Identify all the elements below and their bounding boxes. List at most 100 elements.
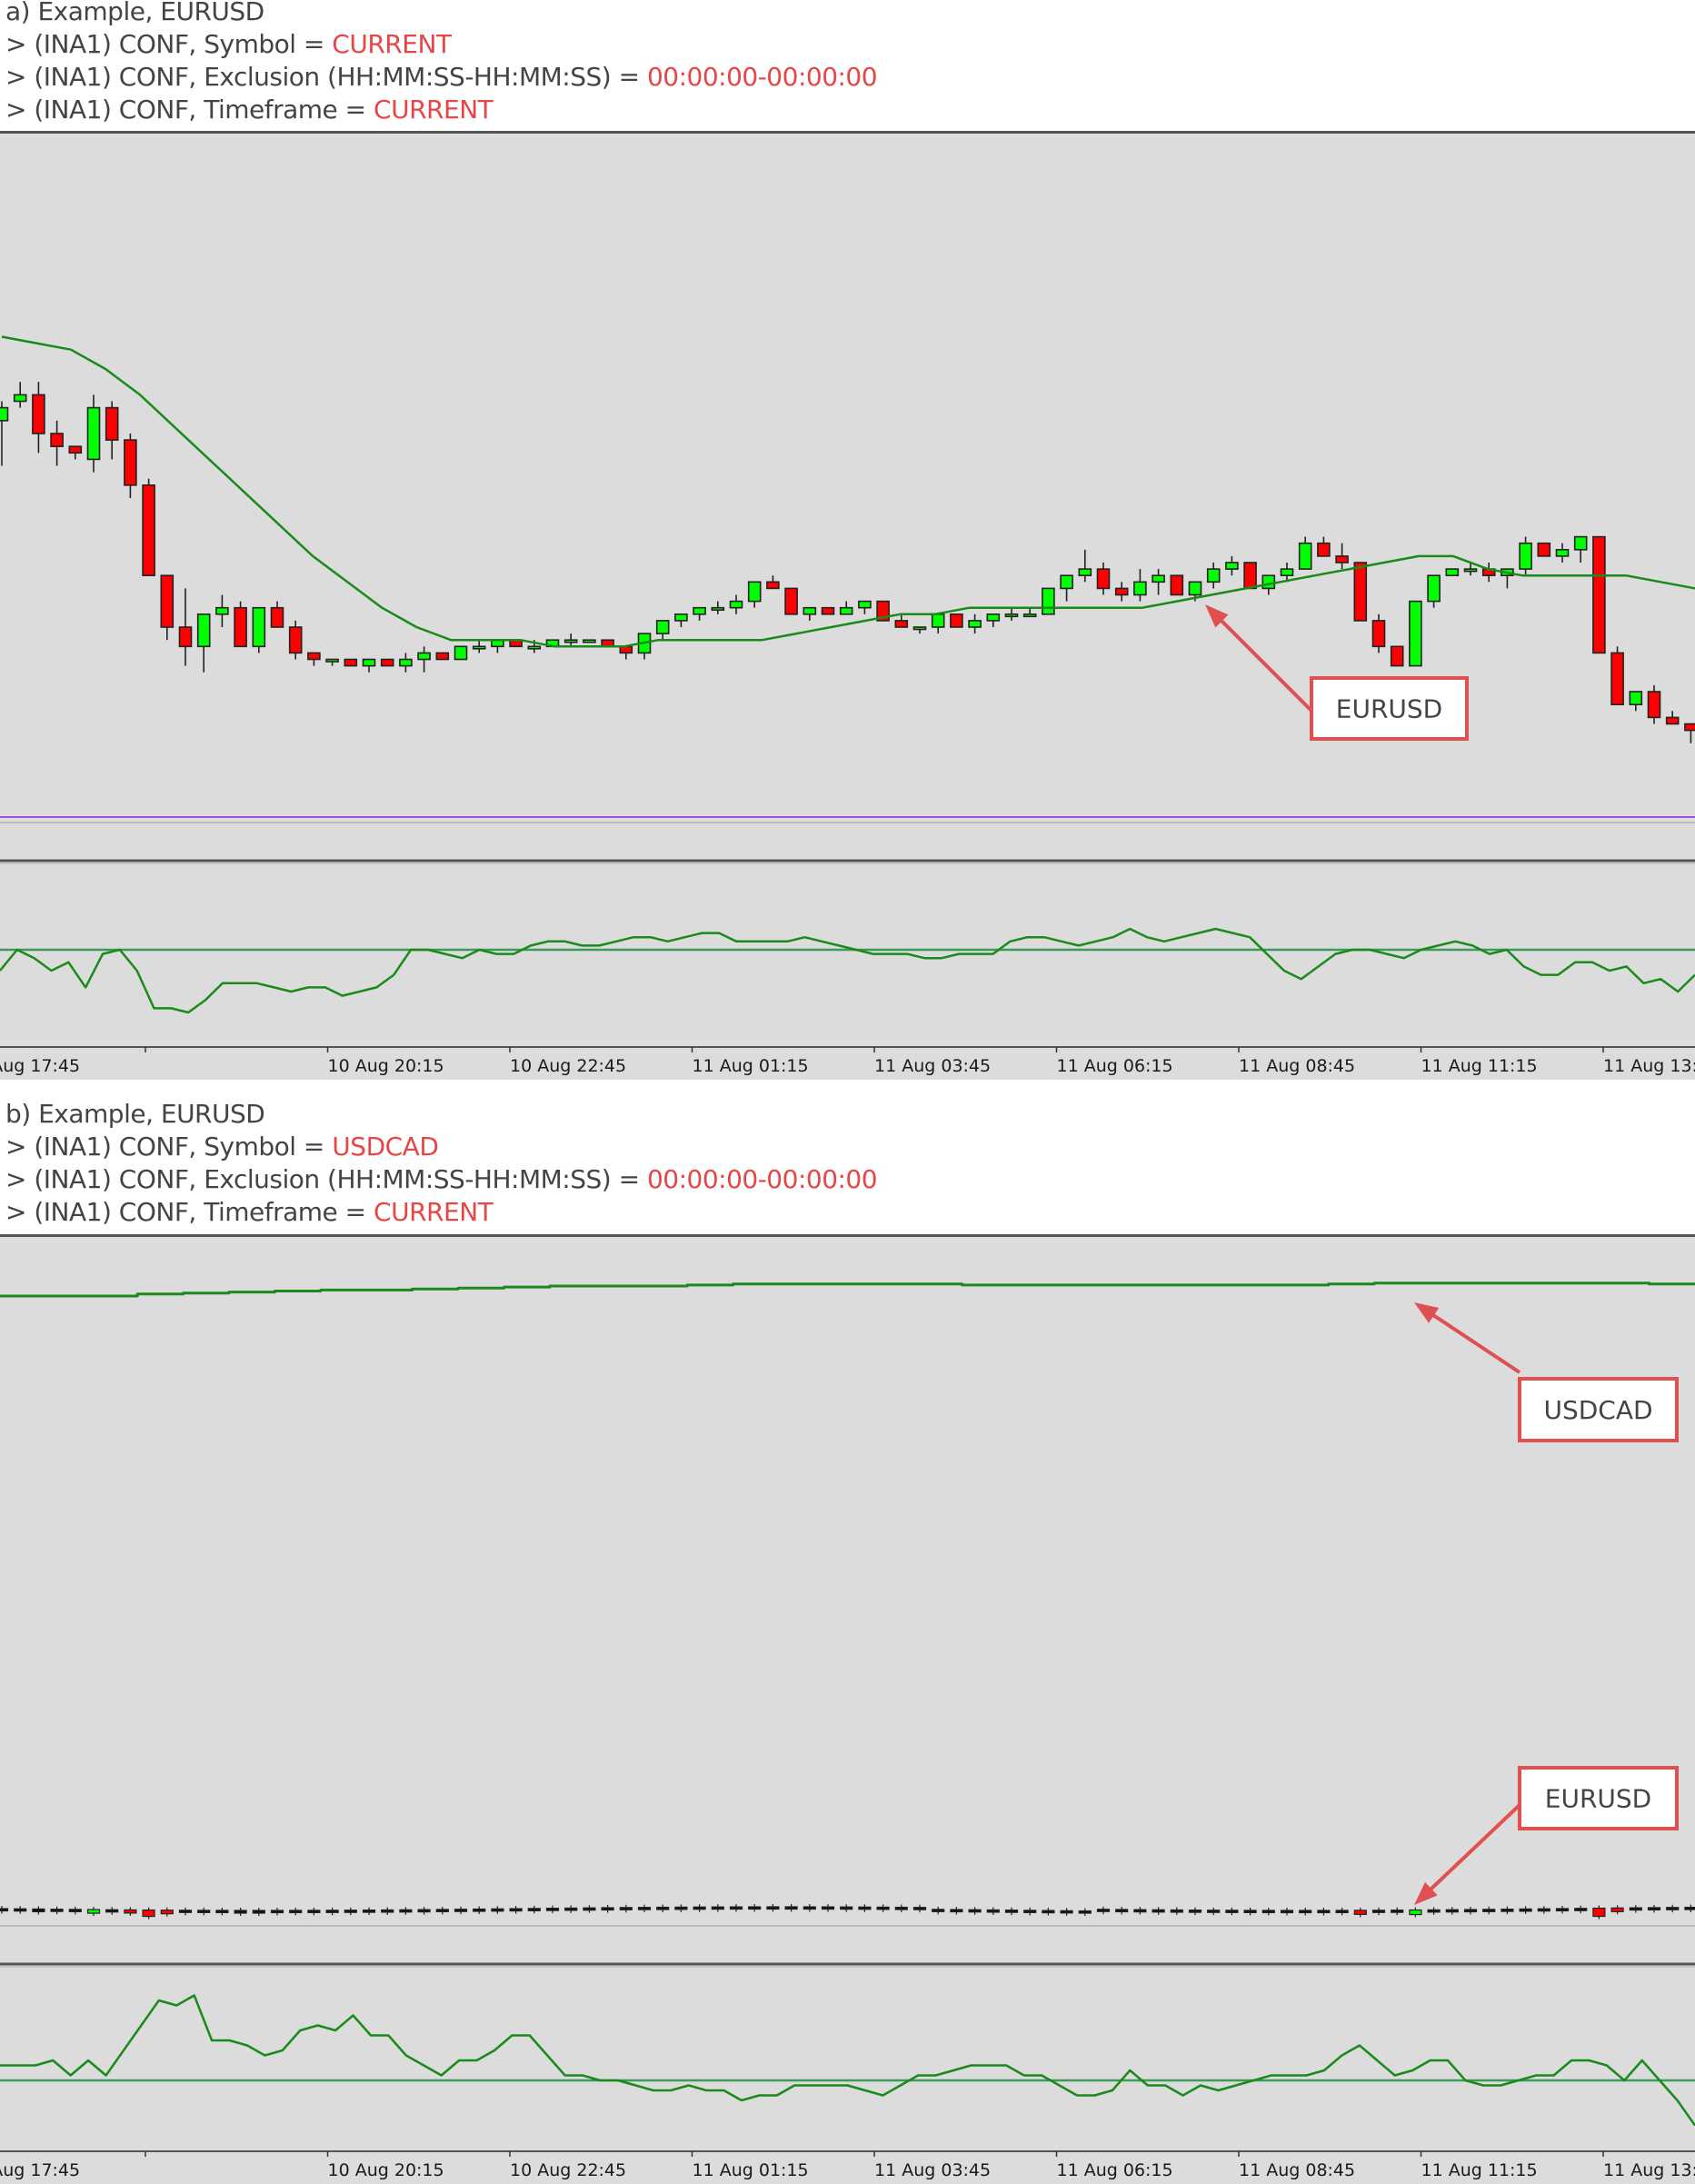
- candle-bearish: [1684, 723, 1695, 732]
- oscillator-line: [0, 927, 1695, 1014]
- candle-bullish: [711, 1906, 724, 1910]
- candle-bullish: [1078, 1910, 1092, 1914]
- candle-bearish: [105, 406, 119, 441]
- candle-bullish: [711, 606, 725, 612]
- candle-bearish: [50, 1909, 64, 1912]
- candle-bullish: [1280, 568, 1294, 577]
- conf-label: > (INA1) CONF, Symbol =: [5, 1132, 333, 1162]
- candle-bullish: [674, 613, 688, 622]
- candle-bullish: [1445, 1909, 1459, 1913]
- candle-bullish: [527, 1908, 541, 1911]
- candle-bullish: [454, 1909, 468, 1912]
- candle-bearish: [601, 1907, 614, 1911]
- candle-bullish: [1445, 568, 1460, 577]
- candle-bullish: [362, 658, 376, 667]
- time-axis-tick-label: 10 Aug 22:45: [510, 2160, 626, 2180]
- candle-bearish: [289, 1910, 303, 1914]
- candle-bearish: [105, 1909, 119, 1913]
- candle-bearish: [950, 613, 963, 628]
- candle-bullish: [674, 1906, 688, 1910]
- candle-bullish: [1060, 1910, 1073, 1914]
- candle-bullish: [545, 1908, 560, 1911]
- candle-bearish: [68, 445, 83, 454]
- time-axis-tick-label: 11 Aug 11:15: [1421, 2160, 1538, 2180]
- candle-bullish: [1042, 1910, 1055, 1914]
- panel-a-conf-symbol: > (INA1) CONF, Symbol = CURRENT: [5, 28, 452, 61]
- candle-bullish: [858, 1906, 872, 1910]
- candle-bearish: [1371, 1910, 1386, 1913]
- candle-bearish: [1096, 568, 1111, 590]
- chart-a-svg[interactable]: 10 Aug 17:45 10 Aug 20:15 10 Aug 22:45 11 A…: [0, 131, 1695, 1080]
- candle-bearish: [124, 439, 137, 486]
- candle-bullish: [747, 581, 762, 603]
- candle-bullish: [1409, 600, 1422, 667]
- candle-bearish: [766, 581, 780, 590]
- candle-bullish: [252, 1910, 265, 1914]
- candle-bullish: [417, 652, 431, 661]
- time-axis-tick-label: 11 Aug 06:15: [1057, 2160, 1173, 2180]
- candle-bullish: [0, 406, 9, 422]
- candle-bullish: [803, 606, 817, 615]
- arrow-head-icon: [1414, 1302, 1440, 1323]
- candle-bullish: [13, 394, 27, 403]
- candle-bearish: [381, 1909, 394, 1913]
- candle-bearish: [50, 433, 64, 447]
- candle-bearish: [270, 606, 284, 628]
- time-axis-tick-label: 10 Aug 20:15: [328, 1056, 444, 1076]
- panel-b-title: b) Example, EURUSD: [5, 1098, 265, 1131]
- candle-bullish: [362, 1909, 376, 1913]
- candle-bullish: [1152, 1909, 1165, 1913]
- chart-panel-a[interactable]: 10 Aug 17:45 10 Aug 20:15 10 Aug 22:45 11 A…: [0, 131, 1695, 1080]
- candle-bullish: [564, 1907, 578, 1911]
- candle-bearish: [1610, 1907, 1624, 1912]
- candle-bullish: [1463, 1909, 1478, 1913]
- candle-bullish: [656, 1906, 670, 1910]
- panel-a-title: a) Example, EURUSD: [5, 0, 264, 28]
- panel-a-title-text: a) Example, EURUSD: [5, 0, 264, 26]
- conf-label: > (INA1) CONF, Exclusion (HH:MM:SS-HH:MM…: [5, 62, 647, 92]
- candle-bullish: [14, 1908, 27, 1912]
- candle-bullish: [655, 620, 670, 634]
- conf-value: 00:00:00-00:00:00: [646, 62, 878, 92]
- candle-bearish: [1666, 1907, 1680, 1910]
- candle-bearish: [435, 1909, 449, 1913]
- candle-bullish: [1004, 1910, 1019, 1913]
- candle-bearish: [1243, 562, 1257, 590]
- candle-bullish: [1280, 1910, 1294, 1914]
- candle-bullish: [417, 1909, 431, 1913]
- candle-bearish: [1170, 1909, 1183, 1913]
- candle-bullish: [583, 1907, 596, 1911]
- candle-bullish: [1427, 574, 1441, 603]
- chart-panel-b[interactable]: 10 Aug 17:45 10 Aug 20:15 10 Aug 22:45 11 A…: [0, 1234, 1695, 2184]
- candle-bearish: [784, 1906, 798, 1910]
- candle-bearish: [1665, 716, 1680, 725]
- candle-bearish: [435, 652, 450, 661]
- candle-bearish: [270, 1910, 284, 1914]
- chart-b-svg[interactable]: 10 Aug 17:45 10 Aug 20:15 10 Aug 22:45 11 A…: [0, 1234, 1695, 2184]
- candle-bullish: [931, 613, 945, 628]
- candle-bearish: [619, 1907, 633, 1910]
- panel-a-conf-timeframe: > (INA1) CONF, Timeframe = CURRENT: [5, 94, 494, 126]
- candle-bearish: [1317, 1910, 1331, 1914]
- candle-bullish: [325, 1910, 339, 1913]
- candle-bullish: [527, 645, 542, 650]
- candle-bullish: [693, 606, 706, 615]
- time-axis-tick-label: 11 Aug 01:15: [693, 1056, 809, 1076]
- candle-bearish: [1537, 542, 1551, 557]
- candle-bearish: [32, 1908, 45, 1913]
- time-axis-tick-label: 10 Aug 22:45: [510, 1056, 626, 1076]
- oscillator-line: [0, 1994, 1695, 2127]
- candle-bullish: [1022, 613, 1037, 618]
- callout-arrow-line: [1218, 617, 1313, 713]
- candle-bearish: [950, 1909, 963, 1913]
- candle-bearish: [1335, 1910, 1349, 1914]
- candle-bullish: [454, 645, 468, 661]
- moving-average-line: [1, 335, 1695, 648]
- candle-bullish: [196, 613, 211, 648]
- candle-bullish: [215, 606, 229, 615]
- time-axis-tick-label: 11 Aug 13:45: [1603, 2160, 1695, 2180]
- candle-bullish: [693, 1906, 706, 1910]
- candle-bearish: [32, 394, 45, 434]
- candle-bearish: [821, 606, 835, 615]
- conf-value: USDCAD: [332, 1132, 439, 1162]
